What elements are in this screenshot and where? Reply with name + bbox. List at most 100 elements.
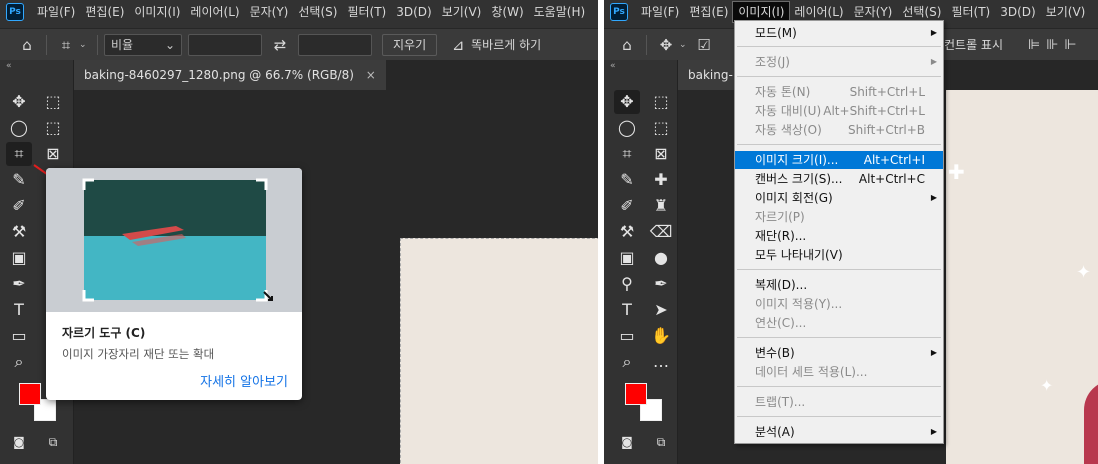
menu-item-reveal-all[interactable]: 모두 나타내기(V) — [735, 246, 943, 264]
menu-view[interactable]: 보기(V) — [1041, 2, 1091, 22]
shape-tool-icon[interactable]: ▭ — [614, 324, 640, 348]
eyedropper-tool-icon[interactable]: ✎ — [614, 168, 640, 192]
more-tools-icon[interactable]: … — [648, 350, 674, 374]
collapse-icon[interactable]: « — [0, 60, 73, 74]
auto-select-checkbox-icon[interactable]: ☑ — [691, 36, 717, 54]
menu-item-crop[interactable]: 자르기(P) — [735, 208, 943, 226]
document-canvas[interactable]: ✦ ✦ — [946, 90, 1098, 464]
object-select-tool-icon[interactable]: ⬚ — [40, 116, 66, 140]
document-tab[interactable]: baking-8460297_1280.png @ 66.7% (RGB/8) … — [74, 60, 386, 90]
straighten-icon[interactable]: ⊿ — [445, 36, 471, 54]
move-tool-icon[interactable]: ✥ — [614, 90, 640, 114]
healing-brush-tool-icon[interactable]: ✚ — [648, 168, 674, 192]
eraser-tool-icon[interactable]: ⌫ — [648, 220, 674, 244]
menu-layer[interactable]: 레이어(L) — [185, 2, 244, 22]
hand-tool-icon[interactable]: ✋ — [648, 324, 674, 348]
menu-edit[interactable]: 편집(E) — [80, 2, 129, 22]
menu-item-auto-contrast[interactable]: 자동 대비(U) Alt+Shift+Ctrl+L — [735, 102, 943, 120]
shape-tool-icon[interactable]: ▭ — [6, 324, 32, 348]
crop-tool-preset-icon[interactable]: ⌗ — [53, 36, 79, 54]
quick-mask-icon[interactable]: ◙ — [6, 430, 32, 454]
menu-item-variables[interactable]: 변수(B) ▶ — [735, 344, 943, 362]
document-canvas[interactable] — [400, 238, 598, 464]
stamp-tool-icon[interactable]: ♜ — [648, 194, 674, 218]
show-transform-controls-label[interactable]: 컨트롤 표시 — [944, 36, 1003, 53]
height-input[interactable] — [298, 33, 372, 56]
ratio-select[interactable]: 비율 ⌄ — [104, 33, 182, 56]
quick-mask-icon[interactable]: ◙ — [614, 430, 640, 454]
brush-tool-icon[interactable]: ✐ — [6, 194, 32, 218]
menu-filter[interactable]: 필터(T) — [342, 2, 391, 22]
screen-mode-icon[interactable]: ⧉ — [648, 430, 674, 454]
menu-view[interactable]: 보기(V) — [437, 2, 487, 22]
type-tool-icon[interactable]: T — [614, 298, 640, 322]
menu-window[interactable]: 창(W) — [486, 2, 528, 22]
collapse-icon[interactable]: « — [604, 60, 677, 74]
marquee-tool-icon[interactable]: ⬚ — [40, 90, 66, 114]
menu-item-mode[interactable]: 모드(M) ▶ — [735, 24, 943, 42]
foreground-color-swatch[interactable] — [625, 383, 647, 405]
eyedropper-tool-icon[interactable]: ✎ — [6, 168, 32, 192]
home-icon[interactable]: ⌂ — [14, 36, 40, 54]
menu-item-adjustments[interactable]: 조정(J) ▶ — [735, 53, 943, 71]
menu-item-image-rotation[interactable]: 이미지 회전(G) ▶ — [735, 189, 943, 207]
menu-file[interactable]: 파일(F) — [32, 2, 80, 22]
menu-item-apply-data-set[interactable]: 데이터 세트 적용(L)... — [735, 363, 943, 381]
menu-layer[interactable]: 레이어(L) — [789, 2, 848, 22]
frame-tool-icon[interactable]: ⊠ — [40, 142, 66, 166]
clone-stamp-tool-icon[interactable]: ⚒ — [6, 220, 32, 244]
lasso-tool-icon[interactable]: ◯ — [614, 116, 640, 140]
learn-more-link[interactable]: 자세히 알아보기 — [200, 371, 288, 390]
chevron-down-icon[interactable]: ⌄ — [679, 40, 691, 50]
menu-filter[interactable]: 필터(T) — [946, 2, 995, 22]
frame-tool-icon[interactable]: ⊠ — [648, 142, 674, 166]
move-tool-icon[interactable]: ✥ — [6, 90, 32, 114]
menu-item-calculations[interactable]: 연산(C)... — [735, 314, 943, 332]
lasso-tool-icon[interactable]: ◯ — [6, 116, 32, 140]
gradient-tool-icon[interactable]: ▣ — [614, 246, 640, 270]
menu-3d[interactable]: 3D(D) — [995, 2, 1040, 22]
zoom-tool-icon[interactable]: ⌕ — [614, 350, 640, 374]
blur-tool-icon[interactable]: ● — [648, 246, 674, 270]
history-brush-tool-icon[interactable]: ⚒ — [614, 220, 640, 244]
menu-item-canvas-size[interactable]: 캔버스 크기(S)... Alt+Ctrl+C — [735, 170, 943, 188]
path-select-tool-icon[interactable]: ➤ — [648, 298, 674, 322]
foreground-color-swatch[interactable] — [19, 383, 41, 405]
pen-tool-icon[interactable]: ✒ — [6, 272, 32, 296]
dodge-tool-icon[interactable]: ⚲ — [614, 272, 640, 296]
menu-type[interactable]: 문자(Y) — [849, 2, 898, 22]
menu-select[interactable]: 선택(S) — [897, 2, 946, 22]
menu-item-auto-color[interactable]: 자동 색상(O) Shift+Ctrl+B — [735, 121, 943, 139]
width-input[interactable] — [188, 33, 262, 56]
menu-item-apply-image[interactable]: 이미지 적용(Y)... — [735, 295, 943, 313]
menu-item-analysis[interactable]: 분석(A) ▶ — [735, 423, 943, 441]
menu-item-duplicate[interactable]: 복제(D)... — [735, 276, 943, 294]
align-icons[interactable]: ⊫⊪⊩ — [1028, 37, 1083, 53]
marquee-tool-icon[interactable]: ⬚ — [648, 90, 674, 114]
type-tool-icon[interactable]: T — [6, 298, 32, 322]
menu-file[interactable]: 파일(F) — [636, 2, 684, 22]
close-icon[interactable]: × — [366, 68, 376, 82]
chevron-down-icon[interactable]: ⌄ — [79, 40, 91, 50]
home-icon[interactable]: ⌂ — [614, 36, 640, 54]
straighten-label[interactable]: 똑바르게 하기 — [471, 36, 541, 53]
swap-icon[interactable]: ⇄ — [262, 36, 298, 54]
menu-select[interactable]: 선택(S) — [293, 2, 342, 22]
crop-tool-icon[interactable]: ⌗ — [6, 142, 32, 166]
menu-3d[interactable]: 3D(D) — [391, 2, 436, 22]
menu-item-trap[interactable]: 트랩(T)... — [735, 393, 943, 411]
screen-mode-icon[interactable]: ⧉ — [40, 430, 66, 454]
menu-type[interactable]: 문자(Y) — [245, 2, 294, 22]
menu-item-trim[interactable]: 재단(R)... — [735, 227, 943, 245]
object-select-tool-icon[interactable]: ⬚ — [648, 116, 674, 140]
menu-help[interactable]: 도움말(H) — [529, 2, 591, 22]
clear-button[interactable]: 지우기 — [382, 33, 438, 56]
gradient-tool-icon[interactable]: ▣ — [6, 246, 32, 270]
crop-tool-icon[interactable]: ⌗ — [614, 142, 640, 166]
menu-item-image-size[interactable]: 이미지 크기(I)... Alt+Ctrl+I — [735, 151, 943, 169]
menu-edit[interactable]: 편집(E) — [684, 2, 733, 22]
menu-image[interactable]: 이미지(I) — [129, 2, 185, 22]
menu-image[interactable]: 이미지(I) — [732, 1, 791, 23]
brush-tool-icon[interactable]: ✐ — [614, 194, 640, 218]
zoom-tool-icon[interactable]: ⌕ — [6, 350, 32, 374]
